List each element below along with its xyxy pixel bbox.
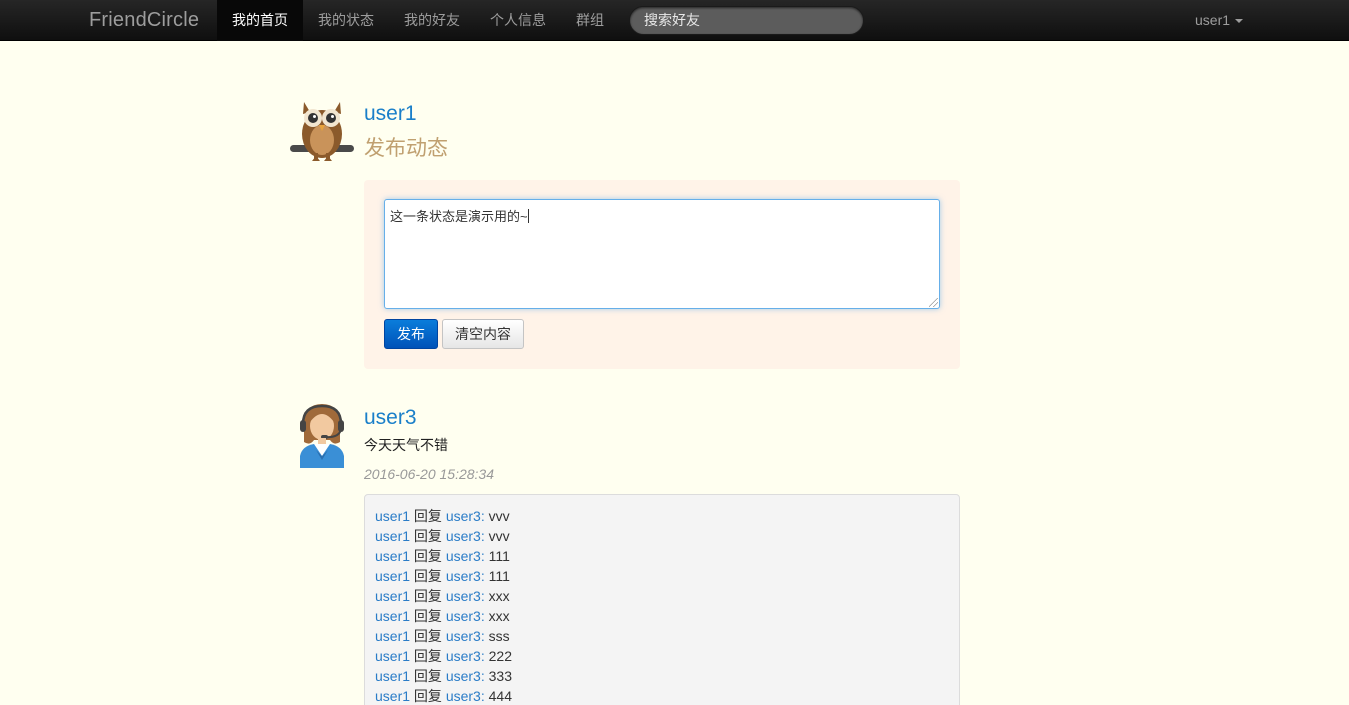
reply-text: 222 bbox=[488, 648, 512, 664]
reply-to-link[interactable]: user3: bbox=[446, 628, 485, 644]
owl-avatar-icon bbox=[290, 98, 354, 167]
publish-button[interactable]: 发布 bbox=[384, 319, 438, 349]
reply-item: user1 回复 user3: 333 bbox=[375, 666, 949, 686]
post-username[interactable]: user3 bbox=[364, 406, 417, 430]
post-content: 今天天气不错 bbox=[364, 437, 448, 453]
reply-to-link[interactable]: user3: bbox=[446, 508, 485, 524]
reply-to-link[interactable]: user3: bbox=[446, 688, 485, 704]
reply-from-link[interactable]: user1 bbox=[375, 568, 410, 584]
reply-word: 回复 bbox=[413, 648, 442, 664]
reply-from-link[interactable]: user1 bbox=[375, 528, 410, 544]
search-friends-input[interactable]: 搜索好友 bbox=[629, 6, 864, 35]
user-menu-label: user1 bbox=[1195, 12, 1231, 28]
reply-word: 回复 bbox=[413, 668, 442, 684]
reply-from-link[interactable]: user1 bbox=[375, 508, 410, 524]
reply-item: user1 回复 user3: 222 bbox=[375, 646, 949, 666]
reply-item: user1 回复 user3: sss bbox=[375, 626, 949, 646]
status-composer: 这一条状态是演示用的~ 发布 清空内容 bbox=[364, 180, 960, 369]
reply-to-link[interactable]: user3: bbox=[446, 568, 485, 584]
reply-from-link[interactable]: user1 bbox=[375, 668, 410, 684]
reply-item: user1 回复 user3: xxx bbox=[375, 606, 949, 626]
reply-text: 444 bbox=[488, 688, 512, 704]
reply-to-link[interactable]: user3: bbox=[446, 548, 485, 564]
nav-my-friends[interactable]: 我的好友 bbox=[389, 0, 475, 41]
nav-profile[interactable]: 个人信息 bbox=[475, 0, 561, 41]
reply-text: 111 bbox=[488, 548, 510, 564]
clear-content-button[interactable]: 清空内容 bbox=[442, 319, 524, 349]
reply-word: 回复 bbox=[413, 508, 442, 524]
reply-item: user1 回复 user3: 111 bbox=[375, 566, 949, 586]
top-navbar: FriendCircle 我的首页 我的状态 我的好友 个人信息 群组 搜索好友… bbox=[0, 0, 1349, 41]
reply-text: 333 bbox=[488, 668, 512, 684]
reply-item: user1 回复 user3: 111 bbox=[375, 546, 949, 566]
resize-grip-icon[interactable] bbox=[929, 298, 938, 307]
reply-text: vvv bbox=[488, 508, 510, 524]
reply-text: xxx bbox=[488, 588, 510, 604]
reply-text: sss bbox=[488, 628, 510, 644]
reply-word: 回复 bbox=[413, 628, 442, 644]
post-timestamp: 2016-06-20 15:28:34 bbox=[364, 466, 494, 482]
reply-item: user1 回复 user3: vvv bbox=[375, 526, 949, 546]
reply-from-link[interactable]: user1 bbox=[375, 548, 410, 564]
reply-text: vvv bbox=[488, 528, 510, 544]
reply-to-link[interactable]: user3: bbox=[446, 648, 485, 664]
reply-to-link[interactable]: user3: bbox=[446, 528, 485, 544]
status-textarea[interactable]: 这一条状态是演示用的~ bbox=[384, 199, 940, 309]
reply-from-link[interactable]: user1 bbox=[375, 688, 410, 704]
user-menu-dropdown[interactable]: user1 bbox=[1195, 0, 1244, 41]
reply-to-link[interactable]: user3: bbox=[446, 588, 485, 604]
status-textarea-value: 这一条状态是演示用的~ bbox=[390, 209, 528, 224]
reply-to-link[interactable]: user3: bbox=[446, 608, 485, 624]
search-placeholder: 搜索好友 bbox=[644, 12, 700, 28]
nav-groups[interactable]: 群组 bbox=[561, 0, 619, 41]
brand-logo[interactable]: FriendCircle bbox=[89, 9, 199, 32]
reply-item: user1 回复 user3: 444 bbox=[375, 686, 949, 705]
reply-from-link[interactable]: user1 bbox=[375, 628, 410, 644]
reply-from-link[interactable]: user1 bbox=[375, 588, 410, 604]
reply-word: 回复 bbox=[413, 568, 442, 584]
composer-subtitle: 发布动态 bbox=[364, 137, 448, 160]
reply-word: 回复 bbox=[413, 608, 442, 624]
reply-item: user1 回复 user3: xxx bbox=[375, 586, 949, 606]
reply-word: 回复 bbox=[413, 688, 442, 704]
reply-to-link[interactable]: user3: bbox=[446, 668, 485, 684]
nav-my-status[interactable]: 我的状态 bbox=[303, 0, 389, 41]
reply-item: user1 回复 user3: vvv bbox=[375, 506, 949, 526]
text-cursor bbox=[527, 209, 529, 223]
nav-home[interactable]: 我的首页 bbox=[217, 0, 303, 41]
support-agent-avatar-icon bbox=[294, 402, 350, 471]
replies-panel: user1 回复 user3: vvv user1 回复 user3: vvv … bbox=[364, 494, 960, 705]
reply-from-link[interactable]: user1 bbox=[375, 608, 410, 624]
reply-text: xxx bbox=[488, 608, 510, 624]
reply-word: 回复 bbox=[413, 588, 442, 604]
reply-word: 回复 bbox=[413, 528, 442, 544]
composer-username[interactable]: user1 bbox=[364, 102, 417, 126]
caret-down-icon bbox=[1235, 19, 1244, 24]
reply-text: 111 bbox=[488, 568, 510, 584]
reply-word: 回复 bbox=[413, 548, 442, 564]
reply-from-link[interactable]: user1 bbox=[375, 648, 410, 664]
